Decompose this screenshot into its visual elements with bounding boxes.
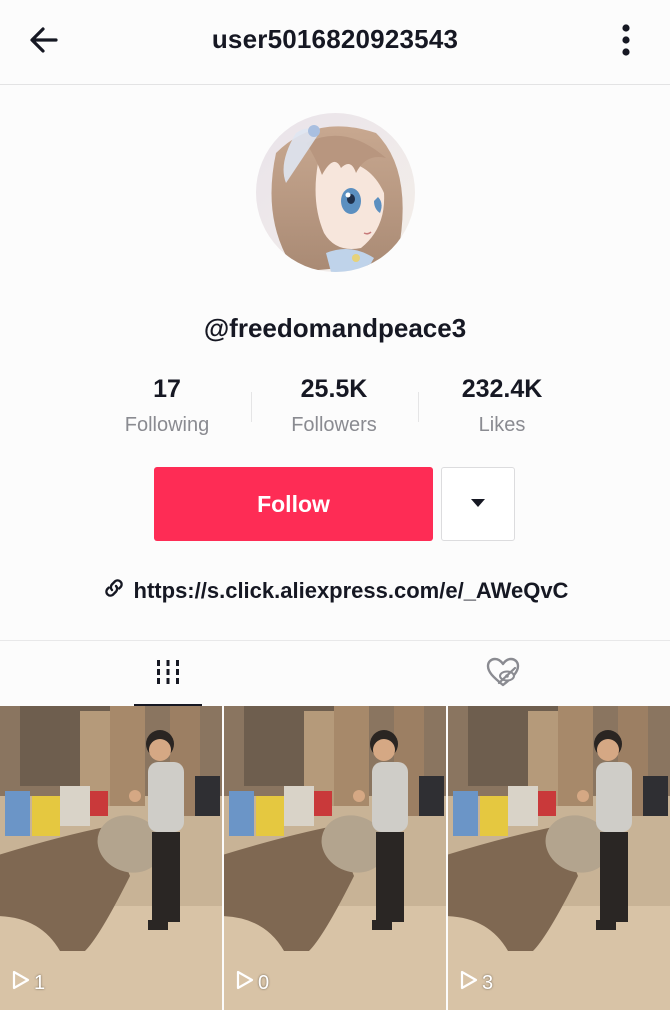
follow-button[interactable]: Follow: [154, 467, 433, 541]
stat-likes[interactable]: 232.4K Likes: [417, 374, 587, 438]
video-thumbnail[interactable]: 3: [448, 706, 670, 1010]
following-label: Following: [124, 414, 210, 436]
play-outline-icon: [12, 970, 30, 996]
video-thumbnail[interactable]: 0: [224, 706, 446, 1010]
followers-label: Followers: [291, 414, 377, 436]
video-thumbnail[interactable]: 1: [0, 706, 222, 1010]
view-count-text: 0: [258, 971, 270, 994]
likes-count: 232.4K: [461, 375, 543, 403]
followers-count: 25.5K: [300, 375, 368, 403]
stat-followers[interactable]: 25.5K Followers: [249, 374, 419, 438]
play-outline-icon: [236, 970, 254, 996]
tab-videos[interactable]: [0, 641, 335, 707]
following-count: 17: [153, 375, 181, 403]
view-count: 3: [460, 970, 493, 996]
grid-bars-icon: [154, 658, 182, 691]
play-outline-icon: [460, 970, 478, 996]
view-count-text: 3: [482, 971, 494, 994]
view-count-text: 1: [34, 971, 46, 994]
profile-handle: @freedomandpeace3: [203, 313, 467, 343]
profile-page: user5016820923543 @freedomandpeace3 17 F…: [0, 0, 670, 1010]
tab-liked[interactable]: [335, 641, 670, 707]
heart-hidden-icon: [485, 656, 521, 693]
likes-label: Likes: [478, 414, 526, 436]
video-grid: 1 0 3: [0, 706, 670, 1010]
view-count: 0: [236, 970, 269, 996]
bio-link[interactable]: https://s.click.aliexpress.com/e/_AWeQvC: [0, 576, 670, 606]
profile-tabs: [0, 640, 670, 707]
avatar[interactable]: [256, 113, 415, 272]
top-bar: user5016820923543: [0, 0, 670, 85]
view-count: 1: [12, 970, 45, 996]
more-vertical-icon: [620, 22, 632, 63]
suggested-accounts-button[interactable]: [441, 467, 515, 541]
page-title: user5016820923543: [211, 24, 459, 54]
link-icon: [102, 576, 126, 606]
bio-link-text: https://s.click.aliexpress.com/e/_AWeQvC: [133, 578, 569, 603]
caret-down-icon: [470, 495, 486, 513]
stat-following[interactable]: 17 Following: [82, 374, 252, 438]
more-options-button[interactable]: [604, 20, 648, 64]
